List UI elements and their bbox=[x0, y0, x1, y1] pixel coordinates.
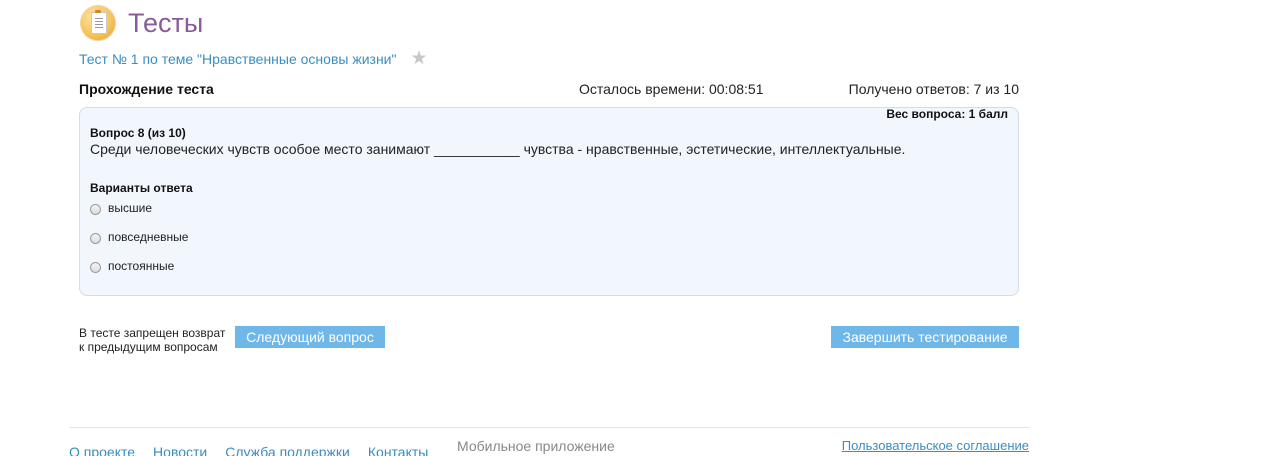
star-icon[interactable]: ★ bbox=[410, 49, 427, 68]
answer-option[interactable]: постоянные bbox=[90, 259, 174, 273]
answers-counter: Получено ответов: 7 из 10 bbox=[848, 81, 1019, 97]
variants-label: Варианты ответа bbox=[90, 181, 193, 195]
no-return-note: В тесте запрещен возврат к предыдущим во… bbox=[79, 326, 234, 354]
no-return-note-line2: к предыдущим вопросам bbox=[79, 340, 218, 354]
answer-option-label: высшие bbox=[108, 201, 153, 215]
answer-option-label: повседневные bbox=[108, 230, 189, 244]
answer-option[interactable]: высшие bbox=[90, 201, 152, 215]
test-title-row: Тест № 1 по теме "Нравственные основы жи… bbox=[79, 49, 428, 68]
question-weight: Вес вопроса: 1 балл bbox=[886, 107, 1008, 121]
radio-button[interactable] bbox=[90, 261, 101, 273]
footer-divider bbox=[69, 427, 1030, 428]
user-agreement-link[interactable]: Пользовательское соглашение bbox=[842, 438, 1029, 453]
footer-link-news[interactable]: Новости bbox=[153, 444, 207, 456]
question-number: Вопрос 8 (из 10) bbox=[90, 126, 186, 140]
footer-link-contacts[interactable]: Контакты bbox=[368, 444, 428, 456]
question-card: Вес вопроса: 1 балл Вопрос 8 (из 10) Сре… bbox=[79, 107, 1019, 296]
mobile-app-link[interactable]: Мобильное приложение bbox=[457, 438, 615, 454]
radio-button[interactable] bbox=[90, 203, 101, 215]
test-page: Тесты Тест № 1 по теме "Нравственные осн… bbox=[0, 0, 1272, 456]
clipboard-icon bbox=[80, 5, 116, 41]
footer-nav: О проекте Новости Служба поддержки Конта… bbox=[69, 444, 446, 456]
no-return-note-line1: В тесте запрещен возврат bbox=[79, 326, 226, 340]
status-heading: Прохождение теста bbox=[79, 81, 214, 97]
radio-button[interactable] bbox=[90, 232, 101, 244]
answer-option-label: постоянные bbox=[108, 259, 175, 273]
time-left: Осталось времени: 00:08:51 bbox=[579, 81, 764, 97]
page-title: Тесты bbox=[128, 7, 204, 38]
footer-link-support[interactable]: Служба поддержки bbox=[225, 444, 350, 456]
header: Тесты bbox=[80, 4, 203, 42]
next-question-button[interactable]: Следующий вопрос bbox=[235, 326, 385, 348]
status-bar: Прохождение теста Осталось времени: 00:0… bbox=[79, 80, 1019, 100]
test-title: Тест № 1 по теме "Нравственные основы жи… bbox=[79, 50, 397, 67]
answer-option[interactable]: повседневные bbox=[90, 230, 188, 244]
question-text: Среди человеческих чувств особое место з… bbox=[90, 141, 906, 157]
finish-test-button[interactable]: Завершить тестирование bbox=[831, 326, 1019, 348]
footer-link-about[interactable]: О проекте bbox=[69, 444, 135, 456]
